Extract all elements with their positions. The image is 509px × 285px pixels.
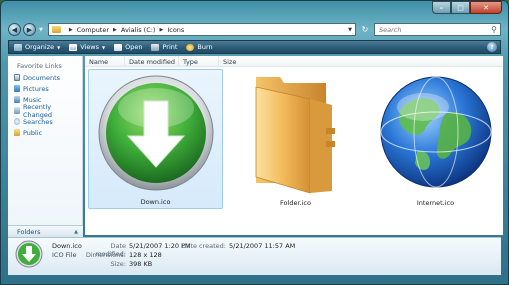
breadcrumb-arrow-icon[interactable]: ▶ (69, 27, 73, 33)
file-name: Internet.ico (416, 199, 455, 207)
open-label: Open (125, 43, 143, 51)
burn-label: Burn (197, 43, 213, 51)
folders-toggle[interactable]: Folders ▲ (8, 225, 83, 237)
column-header-type[interactable]: Type (179, 56, 219, 67)
command-toolbar: Organize ▼ Views ▼ Open Print Burn ? (8, 40, 501, 54)
views-button[interactable]: Views ▼ (69, 43, 105, 51)
burn-button[interactable]: Burn (186, 43, 213, 51)
search-placeholder: Search (379, 25, 402, 34)
explorer-window: – □ ✕ ◀ ▶ ▼ ▶ Computer ▶ Avialis (C:) ▶ … (0, 0, 509, 285)
open-icon (114, 43, 123, 51)
details-size: Size: 398 KB (81, 260, 152, 268)
sidebar-item-label: Pictures (23, 84, 49, 93)
caption-buttons: – □ ✕ (432, 1, 502, 14)
printer-icon (151, 43, 160, 51)
minimize-button[interactable]: – (432, 1, 451, 14)
breadcrumb-arrow-icon[interactable]: ▶ (159, 27, 163, 33)
address-dropdown-icon[interactable]: ▼ (345, 27, 355, 33)
forward-button[interactable]: ▶ (23, 23, 36, 36)
column-header-date-modified[interactable]: Date modified (125, 56, 179, 67)
sidebar-item-recently-changed[interactable]: Recently Changed (8, 102, 82, 119)
breadcrumb-arrow-icon[interactable]: ▶ (113, 27, 117, 33)
folder-icon (255, 77, 335, 194)
pictures-icon (14, 85, 20, 92)
searches-icon (14, 118, 20, 125)
recent-pages-chevron-icon[interactable]: ▼ (39, 27, 43, 33)
dimensions-label: Dimensions: (85, 251, 126, 259)
breadcrumb-icons[interactable]: Icons (167, 26, 184, 34)
sidebar-item-label: Searches (23, 117, 53, 126)
details-file-type: ICO File (52, 251, 77, 259)
address-bar[interactable]: ▶ Computer ▶ Avialis (C:) ▶ Icons ▼ (47, 23, 356, 36)
maximize-button[interactable]: □ (451, 1, 470, 14)
organize-icon (14, 43, 22, 51)
file-item-folder[interactable]: Folder.ico (228, 69, 363, 209)
organize-label: Organize (25, 43, 55, 51)
dimensions-value: 128 x 128 (129, 251, 162, 259)
file-item-down[interactable]: Down.ico (88, 69, 223, 209)
details-date-created: Date created: 5/21/2007 11:57 AM (178, 242, 295, 250)
sidebar-item-label: Public (23, 128, 43, 137)
disc-icon (186, 43, 195, 51)
sidebar-item-public[interactable]: Public (8, 127, 82, 138)
navigation-pane: Favorite Links Documents Pictures Music … (8, 56, 83, 235)
column-headers: Name Date modified Type Size (85, 56, 503, 67)
public-icon (14, 129, 20, 136)
date-created-value: 5/21/2007 11:57 AM (229, 242, 296, 250)
favorite-links-heading: Favorite Links (17, 62, 62, 70)
print-button[interactable]: Print (151, 43, 177, 51)
address-row: ◀ ▶ ▼ ▶ Computer ▶ Avialis (C:) ▶ Icons … (8, 22, 501, 37)
size-label: Size: (110, 260, 126, 268)
views-label: Views (80, 43, 100, 51)
column-header-size[interactable]: Size (219, 56, 259, 67)
sidebar-item-pictures[interactable]: Pictures (8, 83, 82, 94)
search-input[interactable]: Search ⚲ (374, 23, 501, 36)
sidebar-item-documents[interactable]: Documents (8, 72, 82, 83)
file-list: Name Date modified Type Size Down.ico Fo… (85, 56, 503, 235)
down-arrow-icon (98, 75, 213, 191)
breadcrumb-computer[interactable]: Computer (77, 26, 109, 34)
chevron-down-icon: ▼ (102, 44, 106, 50)
documents-icon (14, 74, 20, 81)
down-arrow-icon (15, 240, 43, 268)
organize-button[interactable]: Organize ▼ (14, 43, 60, 51)
open-button[interactable]: Open (114, 43, 142, 51)
globe-icon (380, 76, 491, 188)
details-dimensions: Dimensions: 128 x 128 (81, 251, 162, 259)
chevron-up-icon: ▲ (74, 228, 78, 235)
details-pane: Down.ico ICO File Date modified: 5/21/20… (8, 237, 501, 275)
recently-changed-icon (14, 107, 20, 114)
views-icon (69, 43, 78, 51)
back-button[interactable]: ◀ (8, 23, 21, 36)
close-button[interactable]: ✕ (470, 1, 502, 14)
sidebar-item-label: Recently Changed (22, 102, 52, 119)
file-name: Folder.ico (280, 199, 311, 207)
details-file-name: Down.ico (52, 242, 82, 250)
sidebar-item-label: Documents (23, 73, 61, 82)
column-header-name[interactable]: Name (85, 56, 125, 67)
size-value: 398 KB (129, 260, 153, 268)
chevron-down-icon: ▼ (57, 44, 61, 50)
file-name: Down.ico (140, 198, 171, 206)
file-item-internet[interactable]: Internet.ico (368, 69, 503, 209)
folder-icon (51, 26, 61, 33)
help-button[interactable]: ? (487, 42, 497, 52)
music-icon (14, 96, 20, 103)
refresh-button[interactable]: ↻ (358, 23, 372, 36)
magnifier-icon[interactable]: ⚲ (488, 25, 500, 34)
print-label: Print (162, 43, 178, 51)
folders-label: Folders (17, 227, 41, 236)
date-created-label: Date created: (181, 242, 226, 250)
breadcrumb-drive[interactable]: Avialis (C:) (121, 26, 156, 34)
